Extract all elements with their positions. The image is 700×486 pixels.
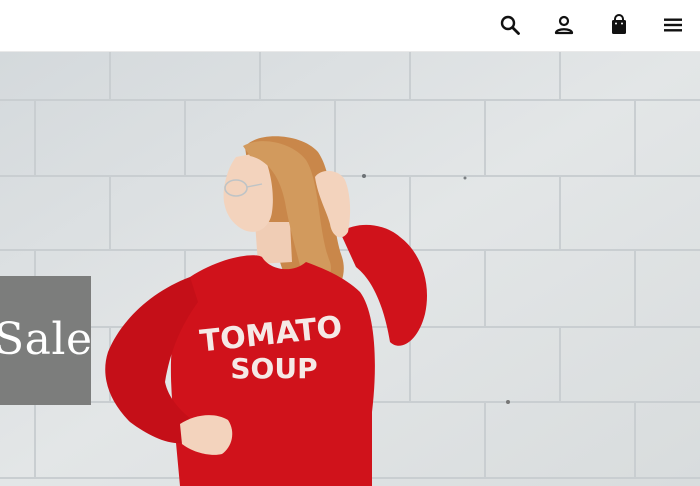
search-icon[interactable] (497, 12, 523, 38)
site-header (0, 0, 700, 52)
shirt-text-line2: SOUP (230, 352, 317, 385)
shopping-bag-icon[interactable] (606, 12, 632, 38)
hero-banner: TOMATO SOUP Sale (0, 52, 700, 486)
sale-banner-text: Sale (0, 314, 91, 365)
account-icon[interactable] (551, 12, 577, 38)
hamburger-menu-icon[interactable] (660, 12, 686, 38)
model-photo: TOMATO SOUP (105, 136, 428, 486)
sale-banner[interactable]: Sale (0, 276, 91, 405)
